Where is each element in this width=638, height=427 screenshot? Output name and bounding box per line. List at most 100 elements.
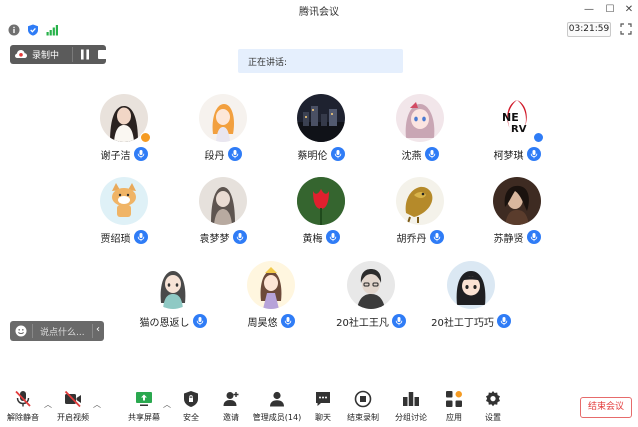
mic-icon — [227, 147, 242, 161]
participant-name-row: 蔡明伦 — [276, 146, 366, 162]
participant-tile[interactable]: 胡乔丹 — [375, 177, 465, 249]
active-speaker-label: 正在讲话: — [248, 58, 288, 68]
info-icon[interactable] — [8, 24, 20, 36]
chevron-up-icon[interactable]: ︿ — [93, 399, 101, 410]
meeting-info-bar — [0, 20, 638, 40]
breakout-rooms-icon — [403, 392, 419, 406]
security-label: 安全 — [183, 413, 199, 422]
participant-name: 20社工王凡 — [336, 317, 389, 329]
active-speaker-banner: 正在讲话: — [238, 49, 403, 73]
drawn-girl-avatar — [149, 261, 197, 309]
chat-input-bar[interactable]: 说点什么... ‹ — [10, 321, 104, 341]
participant-name: 谢子洁 — [100, 150, 131, 162]
participant-tile[interactable]: 20社工丁巧巧 — [426, 261, 516, 333]
cartoon-girl-avatar — [447, 261, 495, 309]
participant-name-row: 猫の恩返し — [128, 313, 218, 329]
mic-icon — [391, 314, 406, 328]
chat-divider-right — [92, 324, 93, 338]
red-tulip-avatar — [297, 177, 345, 225]
participant-tile[interactable]: 黄梅 — [276, 177, 366, 249]
participant-name-row: 柯梦琪 — [472, 146, 562, 162]
mic-icon — [496, 314, 511, 328]
participant-tile[interactable]: 猫の恩返し — [128, 261, 218, 333]
sketch-girl-avatar — [199, 177, 247, 225]
participant-tile[interactable]: 周昊悠 — [226, 261, 316, 333]
end-meeting-button[interactable]: 结束会议 — [580, 397, 632, 418]
participant-name: 20社工丁巧巧 — [431, 317, 494, 329]
mic-icon — [280, 314, 295, 328]
apps-button[interactable]: 应用 — [441, 390, 467, 426]
unmute-label: 解除静音 — [7, 413, 39, 422]
mic-icon — [192, 314, 207, 328]
meeting-timer: 03:21:59 — [567, 22, 611, 37]
apps-grid-icon — [446, 391, 462, 407]
start-video-label: 开启视频 — [57, 413, 89, 422]
mic-icon — [133, 230, 148, 244]
maximize-icon[interactable]: ☐ — [603, 3, 617, 17]
shiba-dog-avatar — [100, 177, 148, 225]
emoji-icon[interactable] — [15, 325, 27, 337]
recording-divider — [72, 47, 73, 62]
svg-text:RV: RV — [511, 124, 527, 135]
participant-name-row: 20社工丁巧巧 — [426, 313, 516, 329]
participant-name: 周昊悠 — [247, 317, 278, 329]
settings-label: 设置 — [485, 413, 501, 422]
chevron-up-icon[interactable]: ︿ — [163, 399, 171, 410]
share-screen-icon — [136, 392, 152, 406]
chevron-up-icon[interactable]: ︿ — [44, 399, 52, 410]
participant-tile[interactable]: 沈燕 — [375, 94, 465, 166]
security-button[interactable]: 安全 — [178, 390, 204, 426]
settings-button[interactable]: 设置 — [480, 390, 506, 426]
participant-tile[interactable]: 蔡明伦 — [276, 94, 366, 166]
invite-button[interactable]: 邀请 — [218, 390, 244, 426]
close-icon[interactable]: ✕ — [622, 3, 636, 17]
participant-tile[interactable]: 段丹 — [178, 94, 268, 166]
breakout-rooms-button[interactable]: 分组讨论 — [394, 390, 428, 426]
participant-name: 胡乔丹 — [396, 233, 427, 245]
fullscreen-icon[interactable] — [620, 23, 632, 35]
svg-text:NE: NE — [502, 111, 519, 124]
signal-strength-icon[interactable] — [46, 24, 58, 36]
share-screen-label: 共享屏幕 — [128, 413, 160, 422]
participant-tile[interactable]: 苏静贤 — [472, 177, 562, 249]
participant-tile[interactable]: NE RV 柯梦琪 — [472, 94, 562, 166]
chat-button[interactable]: 聊天 — [310, 390, 336, 426]
end-recording-button[interactable]: 结束录制 — [346, 390, 380, 426]
gear-icon — [486, 391, 500, 407]
participant-name-row: 贾绍琐 — [79, 229, 169, 245]
participant-tile[interactable]: 谢子洁 — [79, 94, 169, 166]
mic-icon — [330, 147, 345, 161]
participant-name-row: 苏静贤 — [472, 229, 562, 245]
start-video-button[interactable]: 开启视频 — [56, 390, 90, 426]
mic-icon — [424, 147, 439, 161]
participant-tile[interactable]: 贾绍琐 — [79, 177, 169, 249]
unmute-button[interactable]: 解除静音 — [6, 390, 40, 426]
participant-name-row: 袁梦梦 — [178, 229, 268, 245]
night-city-avatar — [297, 94, 345, 142]
end-recording-label: 结束录制 — [347, 413, 379, 422]
participant-name: 猫の恩返し — [139, 317, 190, 329]
apps-label: 应用 — [446, 413, 462, 422]
invite-label: 邀请 — [223, 413, 239, 422]
manage-members-button[interactable]: 管理成员(14) — [252, 390, 302, 426]
participant-name-row: 段丹 — [178, 146, 268, 162]
participant-name: 沈燕 — [401, 150, 422, 162]
mic-icon — [526, 230, 541, 244]
participant-name: 蔡明伦 — [297, 150, 328, 162]
participant-tile[interactable]: 20社工王凡 — [326, 261, 416, 333]
participant-name-row: 谢子洁 — [79, 146, 169, 162]
participant-name: 段丹 — [204, 150, 225, 162]
dark-portrait-avatar — [493, 177, 541, 225]
invite-user-icon — [223, 392, 239, 406]
pause-recording-button[interactable] — [80, 49, 90, 60]
cohost-badge-icon — [533, 132, 544, 143]
participant-tile[interactable]: 袁梦梦 — [178, 177, 268, 249]
share-screen-button[interactable]: 共享屏幕 — [126, 390, 162, 426]
chat-divider — [32, 324, 33, 338]
shield-icon[interactable] — [27, 24, 39, 36]
mic-icon — [232, 230, 247, 244]
chevron-left-icon[interactable]: ‹ — [96, 324, 100, 335]
minimize-icon[interactable]: — — [582, 3, 596, 17]
chat-input[interactable]: 说点什么... — [40, 325, 85, 338]
stop-recording-button[interactable] — [98, 50, 107, 59]
